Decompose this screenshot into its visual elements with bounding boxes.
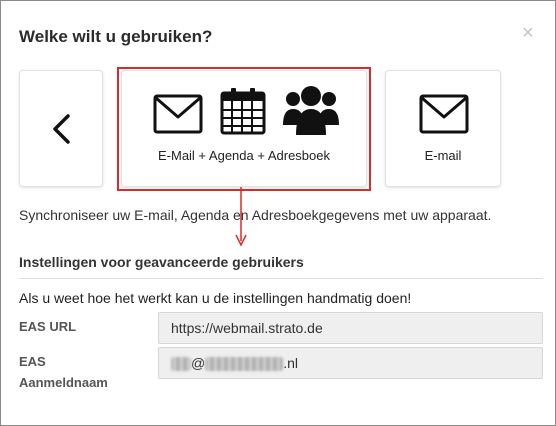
- eas-login-at: @: [191, 355, 206, 371]
- redacted-username: [171, 357, 191, 372]
- contacts-group-icon: [283, 86, 339, 135]
- option-label-email: E-mail: [424, 148, 462, 163]
- annotation-arrow: [235, 187, 247, 247]
- manual-settings-hint: Als u weet hoe het werkt kan u de instel…: [19, 290, 412, 306]
- section-divider: [19, 278, 543, 279]
- eas-login-label: EAS Aanmeldnaam: [19, 351, 108, 393]
- option-label-main: E-Mail + Agenda + Adresboek: [157, 148, 330, 163]
- option-email-agenda-adresboek[interactable]: E-Mail + Agenda + Adresboek: [121, 70, 367, 187]
- chevron-left-icon: [53, 114, 70, 144]
- eas-login-field[interactable]: @ .nl: [158, 347, 543, 379]
- previous-option-button[interactable]: [19, 70, 103, 187]
- advanced-section-title: Instellingen voor geavanceerde gebruiker…: [19, 254, 304, 270]
- calendar-icon: [220, 88, 266, 135]
- option-email[interactable]: E-mail: [385, 70, 501, 187]
- dialog: Welke wilt u gebruiken? × E-Mail + Agend…: [0, 0, 556, 426]
- eas-login-label-line1: EAS: [19, 354, 46, 369]
- envelope-icon: [419, 94, 469, 134]
- eas-url-label: EAS URL: [19, 319, 77, 334]
- sync-description: Synchroniseer uw E-mail, Agenda en Adres…: [19, 207, 492, 223]
- eas-login-label-line2: Aanmeldnaam: [19, 375, 108, 390]
- envelope-icon: [153, 94, 203, 134]
- eas-login-suffix: .nl: [283, 355, 299, 371]
- eas-url-value: https://webmail.strato.de: [171, 320, 323, 336]
- dialog-title: Welke wilt u gebruiken?: [19, 27, 213, 46]
- close-icon[interactable]: ×: [522, 23, 534, 43]
- redacted-domain: [205, 357, 284, 372]
- eas-url-field[interactable]: https://webmail.strato.de: [158, 312, 543, 344]
